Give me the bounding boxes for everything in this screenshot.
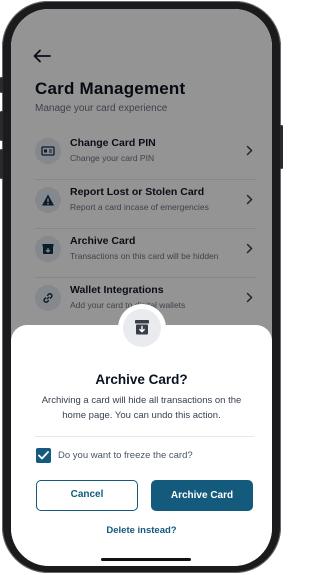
freeze-card-checkbox[interactable] (36, 448, 51, 463)
archive-box-icon (123, 309, 161, 347)
cancel-button[interactable]: Cancel (36, 480, 138, 511)
divider (35, 436, 254, 437)
dialog-title: Archive Card? (95, 372, 188, 387)
archive-card-dialog: Archive Card? Archiving a card will hide… (11, 304, 272, 566)
archive-card-button[interactable]: Archive Card (151, 480, 253, 511)
power-button (280, 125, 283, 169)
phone-frame: Card Management Manage your card experie… (0, 1, 283, 573)
home-indicator (101, 558, 191, 561)
dialog-icon-badge (118, 304, 166, 352)
dialog-message: Archiving a card will hide all transacti… (41, 395, 242, 421)
volume-up-button (0, 111, 3, 141)
delete-instead-link[interactable]: Delete instead? (11, 525, 272, 536)
screen: Card Management Manage your card experie… (11, 9, 272, 566)
freeze-card-label[interactable]: Do you want to freeze the card? (58, 450, 193, 461)
volume-down-button (0, 149, 3, 179)
silent-switch (0, 77, 3, 93)
checkmark-icon (38, 451, 49, 460)
